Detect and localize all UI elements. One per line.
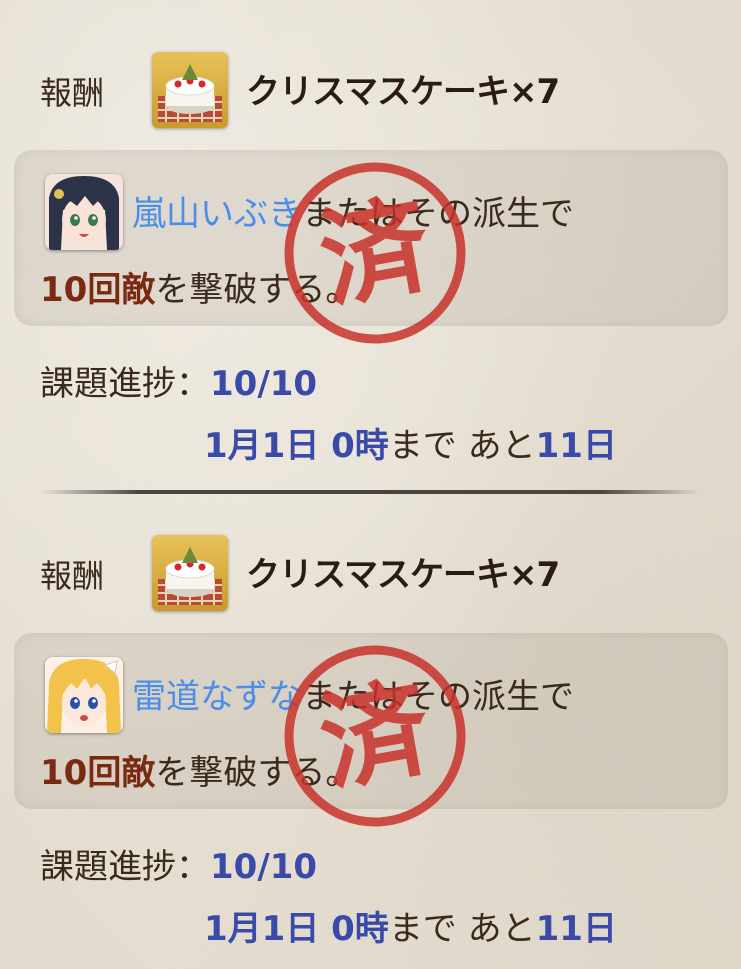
condition-suffix: またはその派生で xyxy=(302,677,574,717)
remaining-days: 11日 xyxy=(535,426,617,466)
deadline-row: 1月1日 0時まで あと11日 xyxy=(204,418,617,467)
dark-haired-girl-avatar-icon xyxy=(45,174,123,250)
reward-label: 報酬 xyxy=(40,557,105,595)
deadline-until: まで あと xyxy=(388,426,536,466)
progress-label: 課題進捗： xyxy=(40,364,210,404)
christmas-cake-icon xyxy=(152,535,228,611)
deadline-date: 1月1日 0時 xyxy=(204,426,389,466)
defeat-count: 10回敵 xyxy=(40,270,156,310)
defeat-count: 10回敵 xyxy=(40,753,156,793)
condition-line-1: 嵐山いぶきまたはその派生で xyxy=(132,186,574,235)
christmas-cake-icon xyxy=(152,52,228,128)
condition-end: を撃破する。 xyxy=(155,753,360,793)
progress-value: 10/10 xyxy=(210,364,318,404)
deadline-date: 1月1日 0時 xyxy=(204,909,389,949)
deadline-row: 1月1日 0時まで あと11日 xyxy=(204,901,617,950)
condition-suffix: またはその派生で xyxy=(302,194,574,234)
mission-card-2: 報酬 クリスマスケーキ×7 雷道なずなまたはその派生で 10回敵を撃破する。 済… xyxy=(0,483,741,963)
progress-row: 課題進捗：10/10 xyxy=(40,356,317,405)
remaining-days: 11日 xyxy=(535,909,617,949)
progress-row: 課題進捗：10/10 xyxy=(40,839,317,888)
condition-end: を撃破する。 xyxy=(155,270,360,310)
character-name: 雷道なずな xyxy=(132,677,302,717)
mission-card-1: 報酬 クリスマスケーキ×7 嵐山いぶきまたはその派生で 10回敵を撃破する。 済… xyxy=(0,0,741,480)
reward-item-name: クリスマスケーキ×7 xyxy=(246,72,560,112)
character-name: 嵐山いぶき xyxy=(132,194,302,234)
condition-line-2: 10回敵を撃破する。 xyxy=(40,262,359,311)
reward-item-name: クリスマスケーキ×7 xyxy=(246,555,560,595)
progress-value: 10/10 xyxy=(210,847,318,887)
progress-label: 課題進捗： xyxy=(40,847,210,887)
reward-label: 報酬 xyxy=(40,74,105,112)
blonde-girl-avatar-icon xyxy=(45,657,123,733)
deadline-until: まで あと xyxy=(388,909,536,949)
condition-line-1: 雷道なずなまたはその派生で xyxy=(132,669,574,718)
condition-line-2: 10回敵を撃破する。 xyxy=(40,745,359,794)
